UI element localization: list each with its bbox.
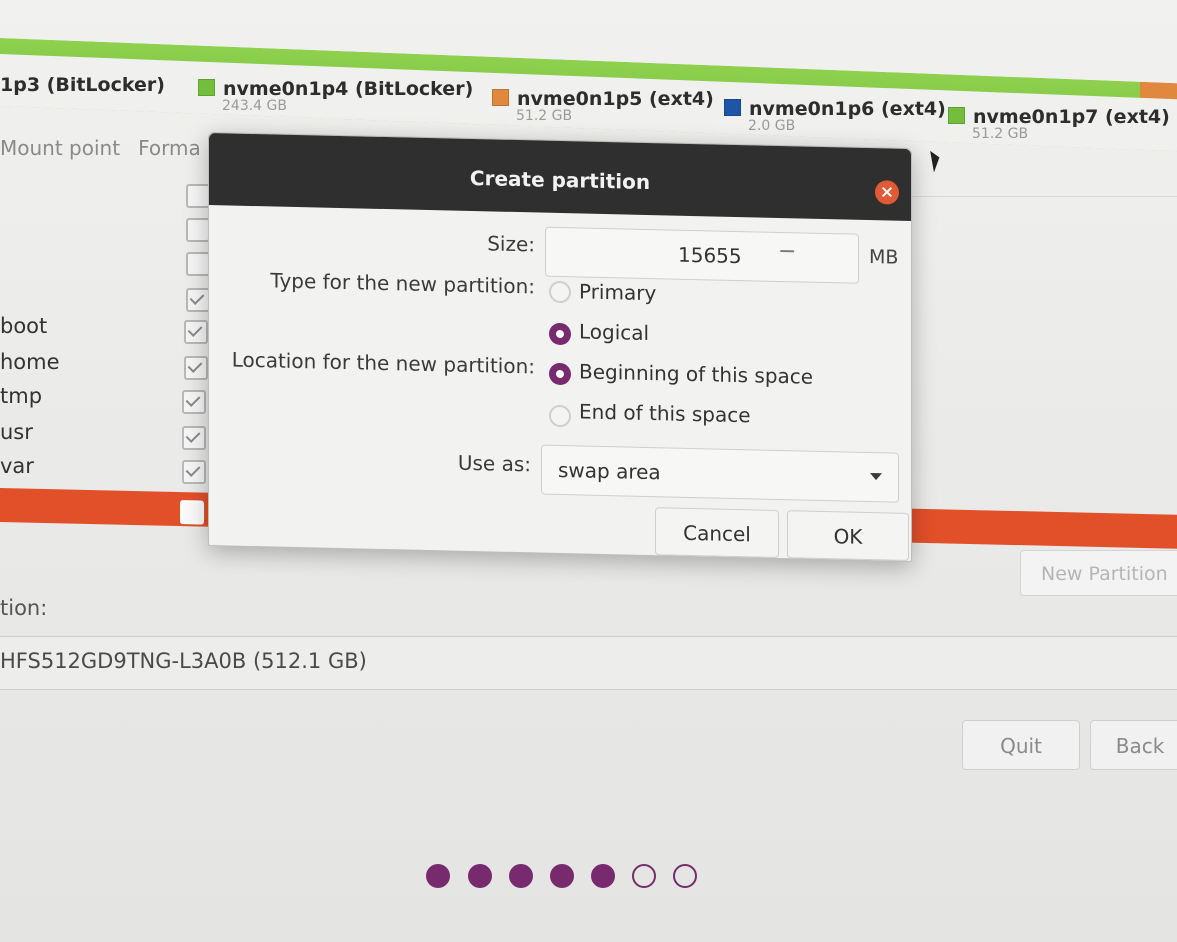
format-checkbox[interactable] (186, 184, 210, 208)
size-spinbox[interactable]: 15655 − (545, 226, 859, 284)
size-input[interactable]: 15655 (678, 243, 742, 268)
progress-dot (509, 864, 533, 888)
table-divider (910, 196, 1177, 197)
cancel-button[interactable]: Cancel (655, 507, 779, 558)
legend-size: 243.4 GB (222, 98, 287, 114)
partition-table-header: Mount point Forma (0, 136, 219, 160)
legend-item: nvme0n1p7 (ext4) 51.2 GB (948, 106, 1170, 142)
primary-radio-label[interactable]: Primary (579, 279, 656, 305)
legend-item: nvme0n1p5 (ext4) 51.2 GB (492, 88, 714, 124)
logical-radio-label[interactable]: Logical (579, 319, 649, 345)
legend-size: 51.2 GB (516, 108, 573, 124)
table-row[interactable]: home (0, 350, 208, 384)
use-as-label: Use as: (457, 450, 531, 477)
progress-dot (673, 864, 697, 888)
ok-button[interactable]: OK (787, 510, 909, 561)
close-icon[interactable]: × (875, 180, 899, 205)
mount-point-label: tmp (0, 384, 43, 408)
logical-radio[interactable] (549, 322, 571, 346)
new-partition-button[interactable]: New Partition (1020, 550, 1177, 596)
format-checkbox[interactable] (182, 460, 206, 484)
boot-loader-label: tion: (0, 596, 48, 620)
column-mount-point[interactable]: Mount point (0, 136, 120, 160)
size-label: Size: (487, 231, 535, 257)
legend-swatch (492, 89, 509, 106)
mount-point-label: boot (0, 314, 48, 338)
beginning-radio-label[interactable]: Beginning of this space (579, 359, 813, 388)
use-as-dropdown[interactable]: swap area (541, 444, 899, 503)
progress-dot (632, 864, 656, 888)
legend-item: nvme0n1p6 (ext4) 2.0 GB (724, 98, 946, 134)
table-row[interactable]: var (0, 454, 206, 488)
mount-point-label: var (0, 454, 34, 478)
dialog-titlebar: Create partition × (209, 133, 911, 221)
format-checkbox[interactable] (184, 320, 208, 344)
legend-label: nvme0n1p5 (ext4) (517, 88, 714, 110)
format-checkbox[interactable] (182, 426, 206, 450)
location-label: Location for the new partition: (231, 347, 535, 379)
create-partition-dialog: Create partition × Size: 15655 − MB Type… (208, 132, 912, 562)
column-format[interactable]: Forma (138, 136, 201, 160)
mount-point-label: home (0, 350, 60, 374)
end-radio[interactable] (549, 404, 571, 428)
legend-item: nvme0n1p4 (BitLocker) 243.4 GB (198, 78, 473, 114)
type-label: Type for the new partition: (270, 268, 535, 299)
format-checkbox[interactable] (186, 218, 210, 242)
table-row[interactable]: tmp (0, 384, 206, 418)
mount-point-label: usr (0, 420, 33, 444)
table-row[interactable]: usr (0, 420, 206, 454)
quit-button[interactable]: Quit (962, 720, 1080, 770)
progress-dot (591, 864, 615, 888)
format-checkbox[interactable] (180, 500, 204, 525)
boot-device-select[interactable]: HFS512GD9TNG-L3A0B (512.1 GB) (0, 636, 1177, 690)
chevron-down-icon (870, 473, 882, 481)
legend-size: 2.0 GB (748, 118, 796, 134)
decrement-button[interactable]: − (778, 239, 796, 264)
progress-dot (550, 864, 574, 888)
format-checkbox[interactable] (186, 252, 210, 276)
progress-dot (426, 864, 450, 888)
end-radio-label[interactable]: End of this space (579, 399, 751, 427)
format-checkbox[interactable] (186, 288, 210, 312)
installer-window: 1p3 (BitLocker) nvme0n1p4 (BitLocker) 24… (0, 0, 1177, 942)
progress-dot (468, 864, 492, 888)
use-as-value: swap area (558, 457, 661, 485)
legend-swatch (948, 107, 965, 124)
legend-swatch (198, 79, 215, 96)
legend-swatch (724, 99, 741, 116)
format-checkbox[interactable] (182, 390, 206, 414)
size-unit: MB (869, 246, 899, 269)
legend-item: 1p3 (BitLocker) (0, 74, 165, 96)
legend-label: nvme0n1p6 (ext4) (749, 98, 946, 120)
table-row[interactable]: boot (0, 314, 208, 348)
boot-device-value: HFS512GD9TNG-L3A0B (512.1 GB) (0, 649, 367, 673)
primary-radio[interactable] (549, 280, 571, 304)
back-button[interactable]: Back (1090, 720, 1177, 770)
legend-label: 1p3 (BitLocker) (0, 74, 165, 96)
beginning-radio[interactable] (549, 362, 571, 386)
legend-size: 51.2 GB (972, 126, 1029, 142)
legend-label: nvme0n1p4 (BitLocker) (223, 78, 474, 100)
dialog-title: Create partition (469, 165, 651, 195)
legend-label: nvme0n1p7 (ext4) (973, 106, 1170, 128)
format-checkbox[interactable] (184, 356, 208, 380)
